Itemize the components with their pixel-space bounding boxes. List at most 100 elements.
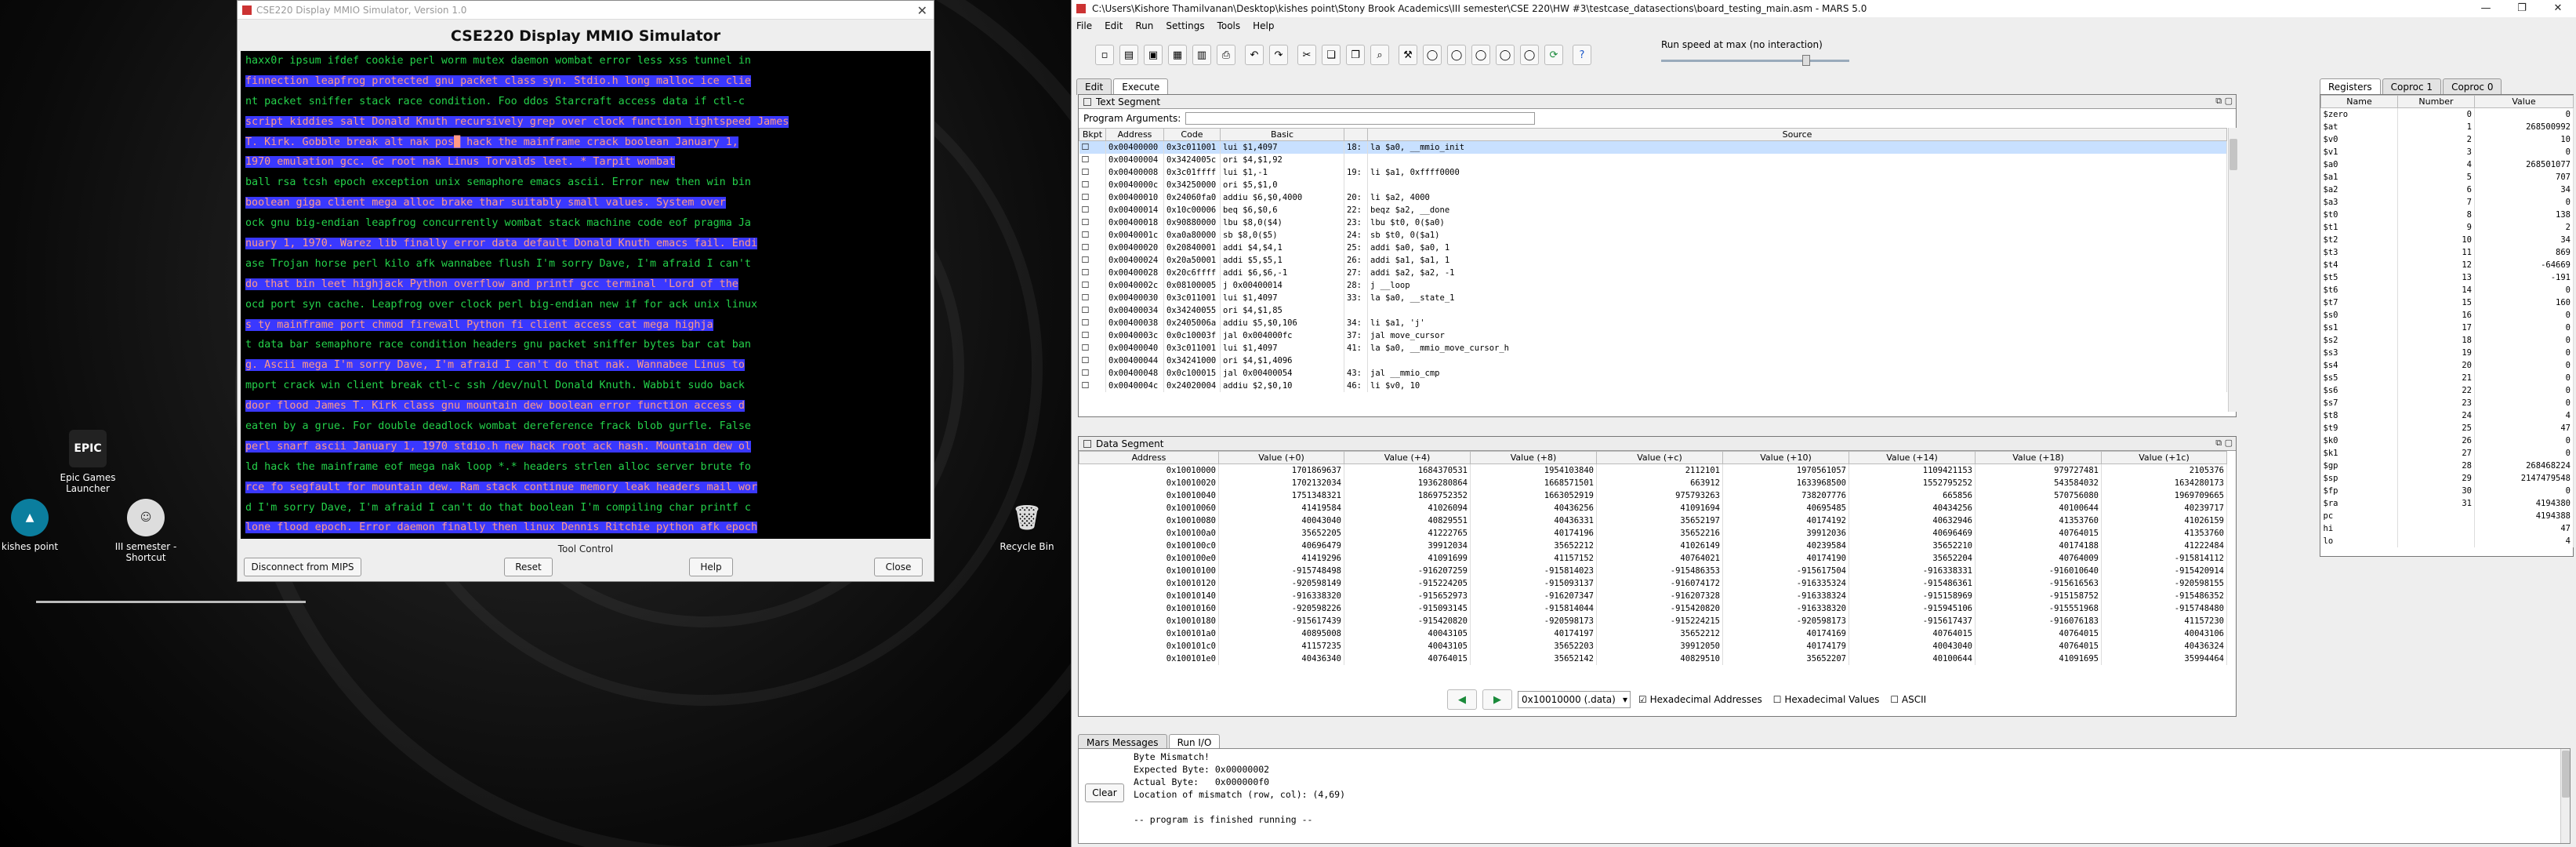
column-header[interactable]: Value (+10) — [1722, 451, 1849, 464]
desktop-icon-kishes-point[interactable]: ▲ kishes point — [0, 499, 77, 552]
breakpoint-checkbox[interactable]: ☐ — [1082, 267, 1090, 278]
run-speed-slider[interactable]: Run speed at max (no interaction) — [1661, 39, 1849, 66]
breakpoint-checkbox[interactable]: ☐ — [1082, 368, 1090, 378]
table-row[interactable]: $t4 12 -64669 — [2320, 258, 2574, 271]
close-icon[interactable]: ✕ — [2540, 0, 2576, 17]
table-row[interactable]: 0x100100a0 35652205 41222765 40174196 356522… — [1079, 526, 2227, 540]
hex-values-checkbox[interactable]: ☐ Hexadecimal Values — [1773, 694, 1880, 705]
breakpoint-cell[interactable]: ☐ — [1079, 253, 1106, 267]
table-row[interactable]: ☐ 0x00400048 0x0c100015 jal 0x00400054 43: ja… — [1079, 366, 2227, 380]
breakpoint-cell[interactable]: ☐ — [1079, 329, 1106, 342]
column-header[interactable]: Value (+18) — [1975, 451, 2102, 464]
table-row[interactable]: hi 47 — [2320, 522, 2574, 535]
breakpoint-cell[interactable]: ☐ — [1079, 379, 1106, 392]
column-header[interactable]: Source — [1367, 128, 2227, 141]
breakpoint-checkbox[interactable]: ☐ — [1082, 180, 1090, 190]
breakpoint-cell[interactable]: ☐ — [1079, 191, 1106, 204]
hex-addresses-checkbox[interactable]: ☑ Hexadecimal Addresses — [1638, 694, 1762, 705]
breakpoint-cell[interactable]: ☐ — [1079, 278, 1106, 292]
table-row[interactable]: $s4 20 0 — [2320, 358, 2574, 372]
table-row[interactable]: 0x10010000 1701869637 1684370531 1954103840… — [1079, 463, 2227, 477]
breakpoint-cell[interactable]: ☐ — [1079, 228, 1106, 242]
next-page-icon[interactable]: ▶ — [1482, 689, 1512, 710]
ascii-checkbox[interactable]: ☐ ASCII — [1890, 694, 1926, 705]
save-as-icon[interactable]: ▦ — [1168, 45, 1187, 65]
breakpoint-checkbox[interactable]: ☐ — [1082, 142, 1090, 152]
table-row[interactable]: 0x100101c0 41157235 40043105 35652203 399120… — [1079, 639, 2227, 653]
sim-titlebar[interactable]: CSE220 Display MMIO Simulator, Version 1… — [238, 1, 934, 20]
table-row[interactable]: $t5 13 -191 — [2320, 271, 2574, 284]
disconnect-button[interactable]: Disconnect from MIPS — [244, 558, 361, 576]
breakpoint-checkbox[interactable]: ☐ — [1082, 293, 1090, 303]
table-row[interactable]: $ra 31 4194380 — [2320, 496, 2574, 510]
messages-scrollbar[interactable] — [2560, 749, 2570, 843]
step-icon[interactable]: ◯ — [1447, 45, 1466, 65]
breakpoint-checkbox[interactable]: ☐ — [1082, 355, 1090, 365]
breakpoint-checkbox[interactable]: ☐ — [1082, 192, 1090, 202]
open-file-icon[interactable]: ▤ — [1119, 45, 1138, 65]
program-args-input[interactable] — [1185, 112, 1536, 125]
breakpoint-cell[interactable]: ☐ — [1079, 304, 1106, 317]
column-header[interactable]: Name — [2320, 95, 2398, 108]
table-row[interactable]: $gp 28 268468224 — [2320, 459, 2574, 472]
prev-page-icon[interactable]: ◀ — [1447, 689, 1477, 710]
breakpoint-cell[interactable]: ☐ — [1079, 316, 1106, 329]
tab-registers[interactable]: Registers — [2320, 78, 2381, 95]
table-row[interactable]: $fp 30 0 — [2320, 484, 2574, 497]
table-row[interactable]: ☐ 0x00400018 0x90880000 lbu $8,0($4) 23: lbu … — [1079, 216, 2227, 229]
table-row[interactable]: $sp 29 2147479548 — [2320, 471, 2574, 485]
breakpoint-cell[interactable]: ☐ — [1079, 291, 1106, 304]
table-row[interactable]: $t8 24 4 — [2320, 409, 2574, 422]
table-row[interactable]: $zero 0 0 — [2320, 107, 2574, 121]
scroll-thumb[interactable] — [2562, 751, 2570, 798]
column-header[interactable]: Value (+c) — [1596, 451, 1723, 464]
paste-icon[interactable]: ❐ — [1346, 45, 1365, 65]
table-row[interactable]: 0x100100c0 40696479 39912034 35652212 410261… — [1079, 539, 2227, 552]
slider-knob[interactable] — [1802, 55, 1810, 66]
reset-button[interactable]: Reset — [504, 558, 553, 576]
table-row[interactable]: $t6 14 0 — [2320, 283, 2574, 296]
table-row[interactable]: ☐ 0x0040003c 0x0c10003f jal 0x004000fc 37: ja… — [1079, 329, 2227, 342]
table-row[interactable]: $t9 25 47 — [2320, 421, 2574, 434]
column-header[interactable]: Value (+1c) — [2101, 451, 2227, 464]
menu-help[interactable]: Help — [1253, 20, 1274, 31]
table-row[interactable]: ☐ 0x00400000 0x3c011001 lui $1,4097 18: la $a… — [1079, 140, 2227, 154]
desktop-icon-semester-shortcut[interactable]: ☺ III semester - Shortcut — [99, 499, 193, 563]
breakpoint-checkbox[interactable]: ☐ — [1082, 305, 1090, 315]
save-icon[interactable]: ▣ — [1144, 45, 1163, 65]
panel-controls[interactable]: ⧉ ▢ — [2215, 438, 2233, 449]
column-header[interactable]: Value (+0) — [1218, 451, 1344, 464]
table-row[interactable]: $a1 5 707 — [2320, 170, 2574, 184]
column-header[interactable]: Value (+8) — [1470, 451, 1597, 464]
breakpoint-checkbox[interactable]: ☐ — [1082, 167, 1090, 177]
panel-controls[interactable]: ⧉ ▢ — [2215, 96, 2233, 107]
table-row[interactable]: 0x10010060 41419584 41026094 40436256 410916… — [1079, 501, 2227, 514]
tab-execute[interactable]: Execute — [1113, 78, 1169, 95]
menu-run[interactable]: Run — [1135, 20, 1153, 31]
breakpoint-cell[interactable]: ☐ — [1079, 178, 1106, 191]
backstep-icon[interactable]: ◯ — [1471, 45, 1490, 65]
dump-memory-icon[interactable]: ▥ — [1192, 45, 1211, 65]
column-header[interactable]: Bkpt — [1079, 128, 1106, 141]
run-icon[interactable]: ◯ — [1423, 45, 1442, 65]
table-row[interactable]: $t2 10 34 — [2320, 233, 2574, 246]
pause-icon[interactable]: ◯ — [1496, 45, 1515, 65]
table-row[interactable]: $v0 2 10 — [2320, 133, 2574, 146]
undo-icon[interactable]: ↶ — [1245, 45, 1264, 65]
table-row[interactable]: ☐ 0x00400020 0x20840001 addi $4,$4,1 25: addi… — [1079, 241, 2227, 254]
breakpoint-cell[interactable]: ☐ — [1079, 241, 1106, 254]
breakpoint-checkbox[interactable]: ☐ — [1082, 230, 1090, 240]
table-row[interactable]: $s3 19 0 — [2320, 346, 2574, 359]
breakpoint-cell[interactable]: ☐ — [1079, 341, 1106, 354]
table-row[interactable]: ☐ 0x0040002c 0x08100005 j 0x00400014 28: j __… — [1079, 278, 2227, 292]
table-row[interactable]: 0x100101e0 40436340 40764015 35652142 408295… — [1079, 652, 2227, 665]
column-header[interactable]: Value (+14) — [1849, 451, 1976, 464]
tab-coproc0[interactable]: Coproc 0 — [2443, 78, 2502, 95]
help-icon[interactable]: ? — [1573, 45, 1591, 65]
table-row[interactable]: ☐ 0x00400024 0x20a50001 addi $5,$5,1 26: addi… — [1079, 253, 2227, 267]
table-row[interactable]: $s2 18 0 — [2320, 333, 2574, 347]
table-row[interactable]: ☐ 0x00400014 0x10c00006 beq $6,$0,6 22: beqz … — [1079, 203, 2227, 216]
breakpoint-cell[interactable]: ☐ — [1079, 140, 1106, 154]
breakpoint-cell[interactable]: ☐ — [1079, 216, 1106, 229]
menu-file[interactable]: File — [1076, 20, 1092, 31]
